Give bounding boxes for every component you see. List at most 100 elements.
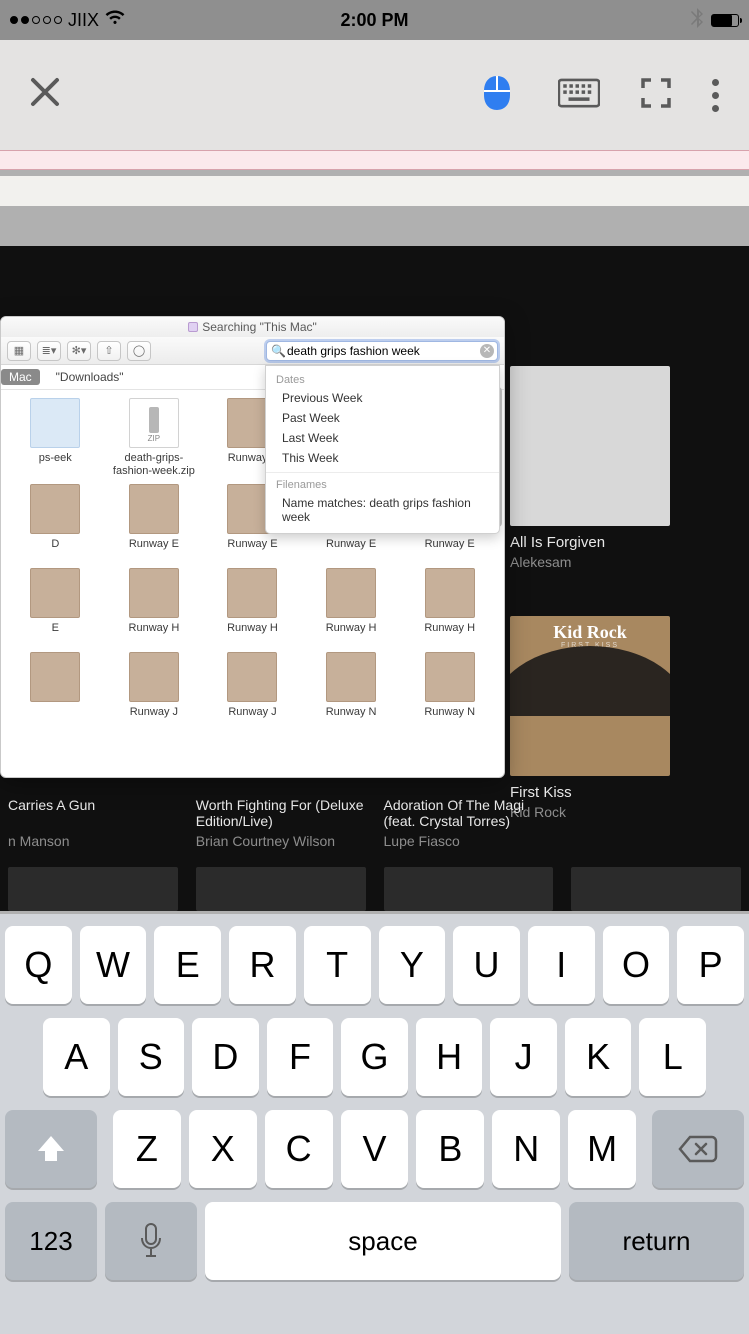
tags-button[interactable]: ◯ bbox=[127, 341, 151, 361]
dictation-key[interactable] bbox=[105, 1202, 197, 1280]
key-b[interactable]: B bbox=[416, 1110, 484, 1188]
album-tile[interactable] bbox=[571, 797, 741, 849]
file-name: D bbox=[7, 538, 104, 562]
file-item[interactable]: death-grips-fashion-week.zip bbox=[106, 398, 203, 478]
key-j[interactable]: J bbox=[490, 1018, 557, 1096]
album-tile[interactable]: Worth Fighting For (Deluxe Edition/Live)… bbox=[196, 797, 366, 849]
action-button[interactable]: ✻▾ bbox=[67, 341, 91, 361]
suggestion-date-item[interactable]: Last Week bbox=[266, 428, 499, 448]
album-tile[interactable]: Kid Rock FIRST KISS First Kiss Kid Rock bbox=[510, 616, 670, 820]
finder-toolbar: ▦ ≣▾ ✻▾ ⇧ ◯ 🔍 ✕ bbox=[1, 337, 504, 365]
file-item[interactable]: Runway H bbox=[106, 568, 203, 646]
album-thumb[interactable] bbox=[384, 867, 554, 911]
key-l[interactable]: L bbox=[639, 1018, 706, 1096]
mouse-mode-button[interactable] bbox=[476, 72, 518, 119]
album-thumb[interactable] bbox=[196, 867, 366, 911]
file-item[interactable]: Runway J bbox=[106, 652, 203, 730]
file-name: Runway N bbox=[401, 706, 498, 730]
image-file-icon bbox=[326, 568, 376, 618]
image-file-icon bbox=[425, 652, 475, 702]
key-g[interactable]: G bbox=[341, 1018, 408, 1096]
finder-titlebar[interactable]: Searching "This Mac" bbox=[1, 317, 504, 337]
album-thumb[interactable] bbox=[8, 867, 178, 911]
image-file-icon bbox=[227, 652, 277, 702]
remote-screen[interactable]: All Is Forgiven Alekesam Kid Rock FIRST … bbox=[0, 246, 749, 911]
album-tile[interactable]: Adoration Of The Magi (feat. Crystal Tor… bbox=[384, 797, 554, 849]
file-item[interactable]: Runway N bbox=[303, 652, 400, 730]
shift-key[interactable] bbox=[5, 1110, 97, 1188]
album-thumb[interactable] bbox=[571, 867, 741, 911]
key-d[interactable]: D bbox=[192, 1018, 259, 1096]
file-item[interactable]: Runway H bbox=[204, 568, 301, 646]
suggestion-filename-match[interactable]: Name matches: death grips fashion week bbox=[266, 493, 499, 527]
fullscreen-button[interactable] bbox=[640, 77, 672, 114]
album-tile[interactable]: All Is Forgiven Alekesam bbox=[510, 366, 670, 570]
file-name: Runway H bbox=[303, 622, 400, 646]
key-u[interactable]: U bbox=[453, 926, 520, 1004]
key-t[interactable]: T bbox=[304, 926, 371, 1004]
more-menu-button[interactable] bbox=[712, 79, 719, 112]
key-f[interactable]: F bbox=[267, 1018, 334, 1096]
search-suggestions-dropdown: Dates Previous WeekPast WeekLast WeekThi… bbox=[265, 365, 500, 534]
numbers-key[interactable]: 123 bbox=[5, 1202, 97, 1280]
keyboard-button[interactable] bbox=[558, 78, 600, 113]
key-q[interactable]: Q bbox=[5, 926, 72, 1004]
key-x[interactable]: X bbox=[189, 1110, 257, 1188]
divider bbox=[266, 472, 499, 473]
suggestion-date-item[interactable]: This Week bbox=[266, 448, 499, 468]
clear-search-button[interactable]: ✕ bbox=[480, 344, 494, 358]
key-h[interactable]: H bbox=[416, 1018, 483, 1096]
finder-search-input[interactable] bbox=[266, 341, 498, 361]
key-e[interactable]: E bbox=[154, 926, 221, 1004]
file-item[interactable] bbox=[7, 652, 104, 730]
key-v[interactable]: V bbox=[341, 1110, 409, 1188]
scope-this-mac[interactable]: Mac bbox=[1, 369, 40, 385]
suggestions-section-label: Filenames bbox=[266, 477, 499, 493]
key-k[interactable]: K bbox=[565, 1018, 632, 1096]
file-item[interactable]: Runway E bbox=[106, 484, 203, 562]
file-item[interactable]: Runway J bbox=[204, 652, 301, 730]
key-w[interactable]: W bbox=[80, 926, 147, 1004]
close-button[interactable] bbox=[30, 74, 60, 117]
suggestion-date-item[interactable]: Past Week bbox=[266, 408, 499, 428]
file-name bbox=[7, 706, 104, 730]
backspace-key[interactable] bbox=[652, 1110, 744, 1188]
album-title: Carries A Gun bbox=[8, 797, 178, 831]
return-key[interactable]: return bbox=[569, 1202, 744, 1280]
status-left: JIIX bbox=[10, 10, 125, 31]
key-z[interactable]: Z bbox=[113, 1110, 181, 1188]
arrange-button[interactable]: ≣▾ bbox=[37, 341, 61, 361]
file-item[interactable]: Runway H bbox=[303, 568, 400, 646]
app-toolbar bbox=[0, 40, 749, 150]
album-tile[interactable]: Carries A Gun n Manson bbox=[8, 797, 178, 849]
image-file-icon bbox=[30, 568, 80, 618]
key-i[interactable]: I bbox=[528, 926, 595, 1004]
suggestion-date-item[interactable]: Previous Week bbox=[266, 388, 499, 408]
key-r[interactable]: R bbox=[229, 926, 296, 1004]
file-name: ps-eek bbox=[7, 452, 104, 476]
key-y[interactable]: Y bbox=[379, 926, 446, 1004]
share-button[interactable]: ⇧ bbox=[97, 341, 121, 361]
notice-strip bbox=[0, 150, 749, 170]
page-strip bbox=[0, 176, 749, 206]
space-key[interactable]: space bbox=[205, 1202, 561, 1280]
key-c[interactable]: C bbox=[265, 1110, 333, 1188]
key-a[interactable]: A bbox=[43, 1018, 110, 1096]
file-name: Runway H bbox=[204, 622, 301, 646]
finder-window[interactable]: Searching "This Mac" ▦ ≣▾ ✻▾ ⇧ ◯ 🔍 ✕ Mac… bbox=[0, 316, 505, 778]
key-p[interactable]: P bbox=[677, 926, 744, 1004]
key-o[interactable]: O bbox=[603, 926, 670, 1004]
search-icon: 🔍 bbox=[271, 344, 286, 358]
scope-downloads[interactable]: "Downloads" bbox=[56, 370, 124, 384]
view-mode-button[interactable]: ▦ bbox=[7, 341, 31, 361]
key-n[interactable]: N bbox=[492, 1110, 560, 1188]
file-item[interactable]: E bbox=[7, 568, 104, 646]
file-item[interactable]: ps-eek bbox=[7, 398, 104, 478]
image-file-icon bbox=[129, 652, 179, 702]
file-item[interactable]: Runway H bbox=[401, 568, 498, 646]
image-file-icon bbox=[227, 568, 277, 618]
key-s[interactable]: S bbox=[118, 1018, 185, 1096]
file-item[interactable]: Runway N bbox=[401, 652, 498, 730]
file-item[interactable]: D bbox=[7, 484, 104, 562]
key-m[interactable]: M bbox=[568, 1110, 636, 1188]
